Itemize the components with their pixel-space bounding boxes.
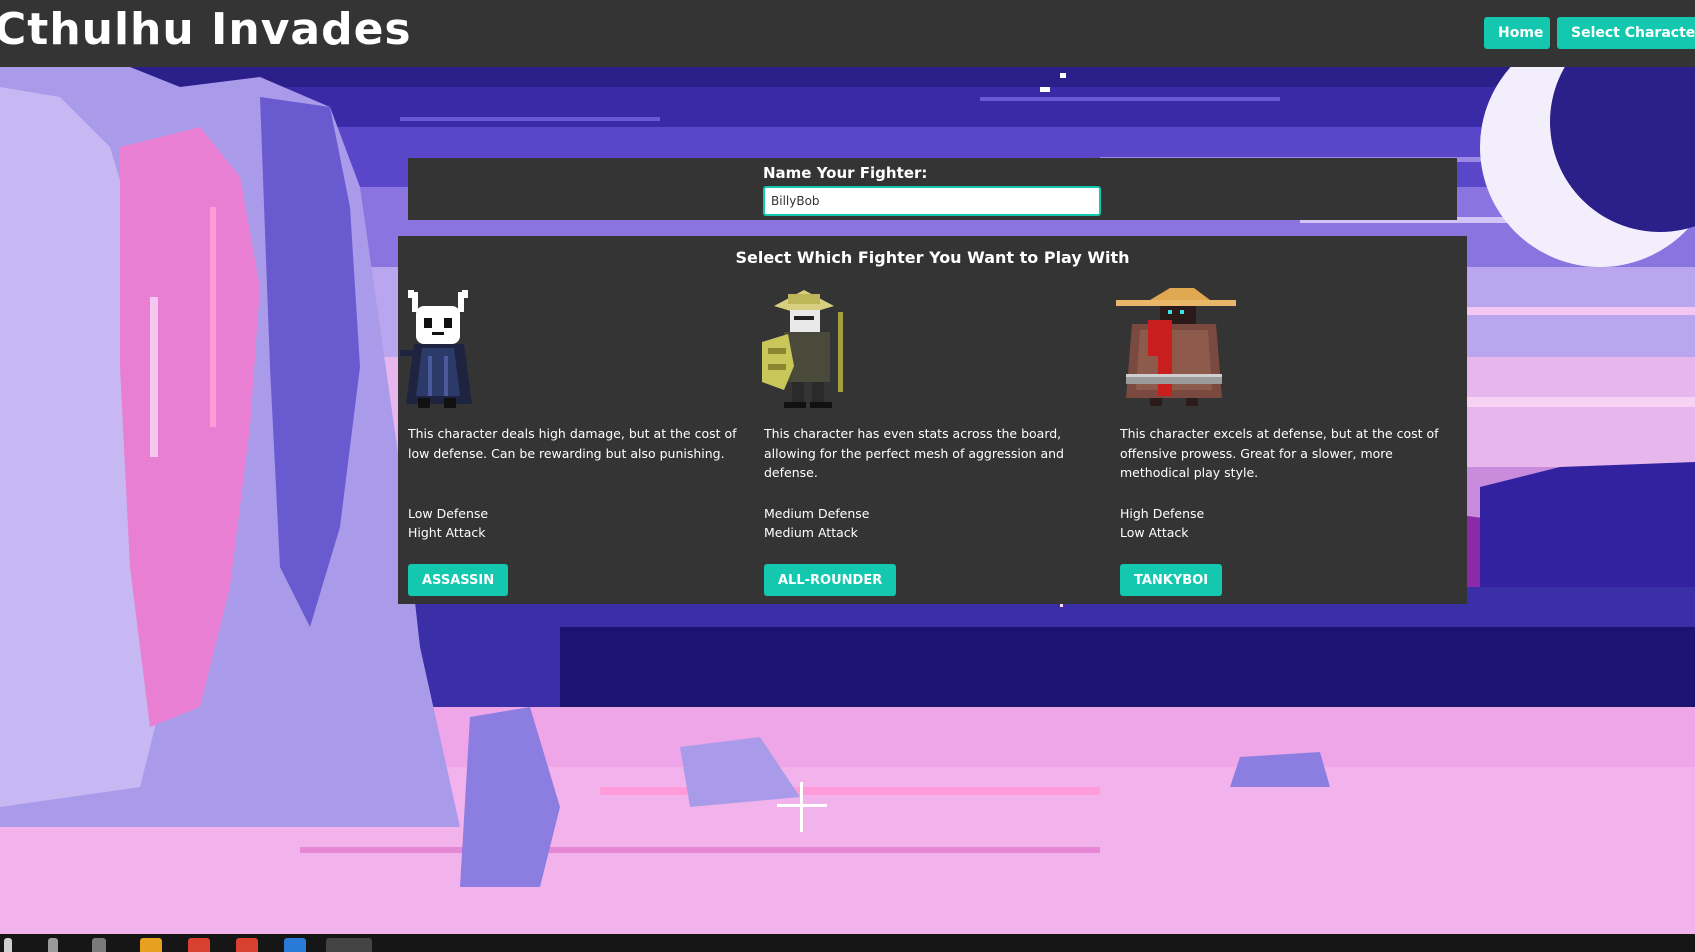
tankyboi-button[interactable]: TANKYBOI xyxy=(1120,564,1223,596)
horned-knight-sprite-icon xyxy=(400,290,472,408)
fighter-selection-panel: Select Which Fighter You Want to Play Wi… xyxy=(398,236,1467,604)
assassin-button[interactable]: ASSASSIN xyxy=(408,564,509,596)
fighter-description: This character has even stats across the… xyxy=(764,426,1064,480)
fighter-selection-title: Select Which Fighter You Want to Play Wi… xyxy=(735,248,1130,267)
fighter-attack-stat: Medium Attack xyxy=(764,525,858,540)
name-fighter-panel: Name Your Fighter: xyxy=(408,158,1457,220)
fighter-name-input[interactable] xyxy=(763,186,1101,216)
chrome-alt-icon[interactable] xyxy=(236,938,258,952)
fighter-card-all-rounder: This character has even stats across the… xyxy=(754,286,1099,596)
windows-start-icon[interactable] xyxy=(4,938,12,952)
chrome-icon[interactable] xyxy=(188,938,210,952)
select-character-button[interactable]: Select Character xyxy=(1557,17,1695,49)
search-icon[interactable] xyxy=(48,938,58,952)
fighter-defense-stat: Medium Defense xyxy=(764,506,870,521)
all-rounder-button[interactable]: ALL-ROUNDER xyxy=(764,564,897,596)
fighter-description: This character excels at defense, but at… xyxy=(1120,426,1439,480)
fighter-attack-stat: Low Attack xyxy=(1120,525,1189,540)
fighter-description: This character deals high damage, but at… xyxy=(408,426,737,461)
fighter-card-tankyboi: This character excels at defense, but at… xyxy=(1110,286,1455,596)
fighter-attack-stat: Hight Attack xyxy=(408,525,486,540)
home-button[interactable]: Home xyxy=(1484,17,1550,49)
top-navbar: Cthulhu Invades Home Select Character xyxy=(0,0,1695,67)
file-explorer-icon[interactable] xyxy=(140,938,162,952)
os-taskbar xyxy=(0,934,1695,952)
active-app-icon[interactable] xyxy=(326,938,372,952)
cloaked-wanderer-sprite-icon xyxy=(1116,288,1236,406)
straw-hat-warrior-sprite-icon xyxy=(762,290,843,408)
fighter-defense-stat: Low Defense xyxy=(408,506,489,521)
vscode-icon[interactable] xyxy=(284,938,306,952)
app-title[interactable]: Cthulhu Invades xyxy=(0,4,412,55)
task-view-icon[interactable] xyxy=(92,938,106,952)
fighter-card-assassin: This character deals high damage, but at… xyxy=(398,286,743,596)
fighter-defense-stat: High Defense xyxy=(1120,506,1205,521)
name-fighter-label: Name Your Fighter: xyxy=(763,164,928,182)
